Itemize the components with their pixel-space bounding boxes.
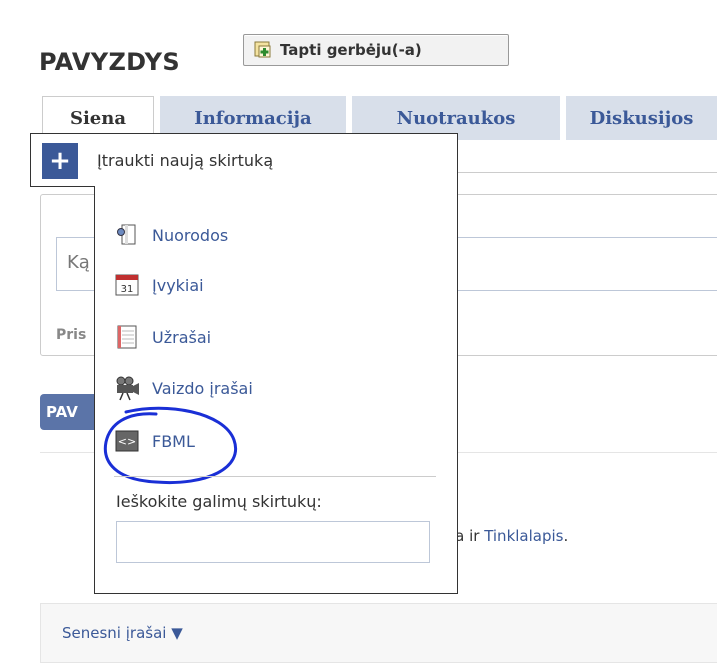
plus-icon[interactable]: + bbox=[42, 143, 78, 179]
links-icon bbox=[114, 222, 140, 248]
tab-label: Diskusijos bbox=[589, 107, 694, 129]
video-camera-icon bbox=[114, 375, 140, 401]
menu-item-label: Įvykiai bbox=[152, 275, 204, 295]
tab-label: Nuotraukos bbox=[396, 107, 516, 129]
svg-text:<>: <> bbox=[118, 435, 136, 448]
menu-divider bbox=[114, 476, 436, 477]
website-link[interactable]: Tinklalapis bbox=[484, 527, 563, 545]
become-fan-button[interactable]: Tapti gerbėju(-a) bbox=[243, 34, 509, 66]
menu-item-fbml[interactable]: <> FBML bbox=[114, 428, 195, 454]
fbml-icon: <> bbox=[114, 428, 140, 454]
menu-item-label: Vaizdo įrašai bbox=[152, 378, 253, 398]
attach-label: Pris bbox=[56, 327, 87, 343]
become-fan-label: Tapti gerbėju(-a) bbox=[280, 41, 422, 59]
add-tab-label[interactable]: Įtraukti naują skirtuką bbox=[97, 151, 273, 170]
feed-text: eta ir Tinklalapis. bbox=[440, 527, 568, 545]
menu-item-nuorodos[interactable]: Nuorodos bbox=[114, 222, 228, 248]
svg-text:31: 31 bbox=[121, 284, 134, 295]
tab-label: Informacija bbox=[194, 107, 312, 129]
status-input-text: Ką bbox=[67, 252, 90, 273]
menu-item-label: FBML bbox=[152, 431, 195, 451]
calendar-icon: 31 bbox=[114, 272, 140, 298]
menu-item-ivykiai[interactable]: 31 Įvykiai bbox=[114, 272, 204, 298]
notes-icon bbox=[114, 324, 140, 350]
tab-search-label: Ieškokite galimų skirtukų: bbox=[116, 492, 322, 511]
tab-label: Siena bbox=[69, 108, 127, 129]
menu-item-label: Užrašai bbox=[152, 327, 212, 347]
add-fan-icon bbox=[252, 39, 274, 61]
feed-text-end: . bbox=[563, 527, 569, 545]
tab-search-input[interactable] bbox=[116, 521, 430, 563]
tab-diskusijos[interactable]: Diskusijos bbox=[566, 96, 717, 140]
menu-item-label: Nuorodos bbox=[152, 225, 229, 245]
menu-item-vaizdo-irasai[interactable]: Vaizdo įrašai bbox=[114, 375, 253, 401]
older-posts-link[interactable]: Senesni įrašai ▼ bbox=[62, 624, 183, 642]
page-title: PAVYZDYS bbox=[39, 48, 180, 76]
menu-item-uzrasai[interactable]: Užrašai bbox=[114, 324, 211, 350]
